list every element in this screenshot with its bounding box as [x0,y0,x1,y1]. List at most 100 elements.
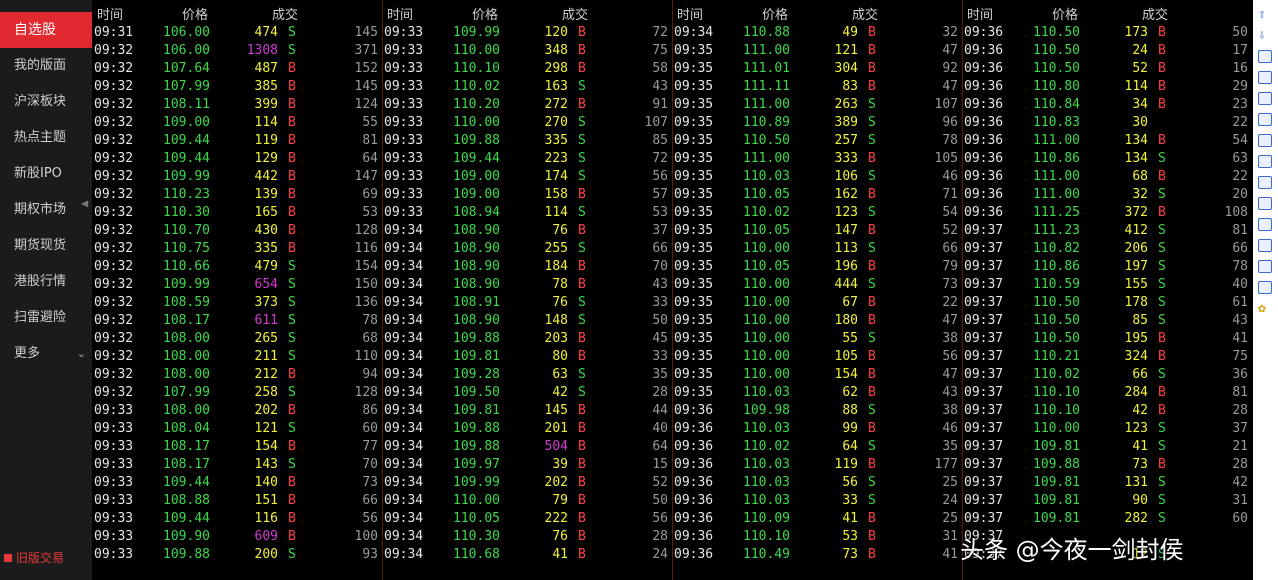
tick-row: 09:37 110.82 206 S 66 [962,240,1253,258]
tick-side: B [288,115,296,130]
sidebar-item-0[interactable]: 自选股 [0,12,92,48]
column-header: 时间 价格 成交 [92,4,382,23]
tick-row: 09:35 110.05 147 B 52 [672,222,962,240]
tick-count: 50 [652,493,668,508]
tick-count: 66 [1232,241,1248,256]
table-icon[interactable] [1258,71,1272,84]
tick-price: 110.00 [453,493,500,508]
tick-time: 09:33 [384,79,424,94]
tick-volume: 270 [544,115,568,130]
gear-icon[interactable]: ✿ [1258,302,1272,315]
tick-price: 107.64 [163,61,210,76]
f10-icon[interactable] [1258,155,1272,168]
sidebar-item-5[interactable]: 期权市场 [0,192,92,228]
bookmark-icon[interactable] [1258,218,1272,231]
header-price: 价格 [182,8,209,23]
tick-count: 37 [652,223,668,238]
tick-count: 42 [1232,475,1248,490]
tick-time: 09:34 [384,385,424,400]
tick-volume: 63 [552,367,568,382]
header-volume: 成交 [562,8,589,23]
tick-row: 09:36 110.03 33 S 24 [672,492,962,510]
tick-volume: 123 [834,205,858,220]
tick-count: 52 [652,475,668,490]
arrow-up-icon[interactable]: ⇧ [1258,8,1272,21]
tick-price: 108.90 [453,313,500,328]
tick-price: 109.90 [163,529,210,544]
tick-price: 110.50 [1033,331,1080,346]
tick-side: S [288,547,296,562]
sidebar-item-label: 更多 [14,346,41,361]
old-version-trade-link[interactable]: 旧版交易 [4,549,64,566]
sidebar-menu: 自选股 我的版面 沪深板块 热点主题 新股IPO 期权市场 期货现货 港股行情 扫雷避险 更多 ⌄ [0,12,92,372]
sidebar-item-2[interactable]: 沪深板块 [0,84,92,120]
tick-side: B [1158,79,1166,94]
sidebar-item-9[interactable]: 更多 ⌄ [0,336,92,372]
tick-count: 20 [1232,187,1248,202]
tick-row: 09:36 111.00 134 B 54 [962,132,1253,150]
tick-count: 73 [942,277,958,292]
fiz-icon[interactable] [1258,239,1272,252]
tick-count: 128 [354,223,378,238]
tick-price: 111.23 [1033,223,1080,238]
f10-alt-icon[interactable] [1258,260,1272,273]
circle-icon[interactable] [1258,281,1272,294]
tick-time: 09:33 [94,529,134,544]
tick-time: 09:33 [384,25,424,40]
sidebar-item-3[interactable]: 热点主题 [0,120,92,156]
tick-row: 09:32 109.44 119 B 81 [92,132,382,150]
tick-side: B [868,25,876,40]
tick-count: 107 [934,97,958,112]
sidebar-item-6[interactable]: 期货现货 [0,228,92,264]
tick-price: 110.50 [1033,61,1080,76]
grid-icon[interactable] [1258,50,1272,63]
tick-volume: 333 [834,151,858,166]
collapse-arrow-icon[interactable]: ◀ [81,196,88,210]
tick-side: B [288,241,296,256]
tick-time: 09:33 [384,169,424,184]
tick-side: B [578,511,586,526]
tick-volume: 257 [834,133,858,148]
tick-volume: 41 [1132,439,1148,454]
tick-time: 09:36 [964,61,1004,76]
tick-time: 09:34 [384,403,424,418]
tick-volume: 34 [1132,97,1148,112]
tick-time: 09:34 [384,295,424,310]
tick-row: 09:34 108.90 78 B 43 [382,276,672,294]
sidebar-item-7[interactable]: 港股行情 [0,264,92,300]
doc-icon[interactable] [1258,197,1272,210]
tick-row: 09:32 110.23 139 B 69 [92,186,382,204]
tick-price: 111.25 [1033,205,1080,220]
tick-price: 110.21 [1033,349,1080,364]
tick-row: 09:37 110.02 66 S 36 [962,366,1253,384]
report-icon[interactable] [1258,176,1272,189]
tick-time: 09:34 [384,511,424,526]
tick-count: 145 [354,79,378,94]
tick-time: 09:34 [384,457,424,472]
tick-time: 09:37 [964,295,1004,310]
tick-row: 09:36 111.25 372 B 108 [962,204,1253,222]
tick-column-1: 时间 价格 成交 09:33 109.99 120 B 72 09:33 110.00 348 B 75… [382,0,673,580]
chart-line-icon[interactable] [1258,92,1272,105]
sidebar-item-8[interactable]: 扫雷避险 [0,300,92,336]
tick-row: 09:35 110.05 196 B 79 [672,258,962,276]
tick-count: 37 [1232,421,1248,436]
list-icon[interactable] [1258,134,1272,147]
tick-row: 09:32 108.11 399 B 124 [92,96,382,114]
tick-volume: 119 [254,133,278,148]
candlestick-icon[interactable] [1258,113,1272,126]
tick-time: 09:35 [674,241,714,256]
tick-side: B [578,439,586,454]
tick-time: 09:36 [964,43,1004,58]
sidebar-item-4[interactable]: 新股IPO [0,156,92,192]
arrow-down-icon[interactable]: ⇩ [1258,29,1272,42]
tick-side: B [578,529,586,544]
tick-volume: 42 [1132,403,1148,418]
tick-time: 09:37 [964,457,1004,472]
tick-row: 09:34 110.00 79 B 50 [382,492,672,510]
tick-price: 109.81 [453,403,500,418]
sidebar-item-1[interactable]: 我的版面 [0,48,92,84]
tick-time: 09:33 [384,205,424,220]
tick-row: 09:33 110.00 270 S 107 [382,114,672,132]
tick-side: B [578,493,586,508]
